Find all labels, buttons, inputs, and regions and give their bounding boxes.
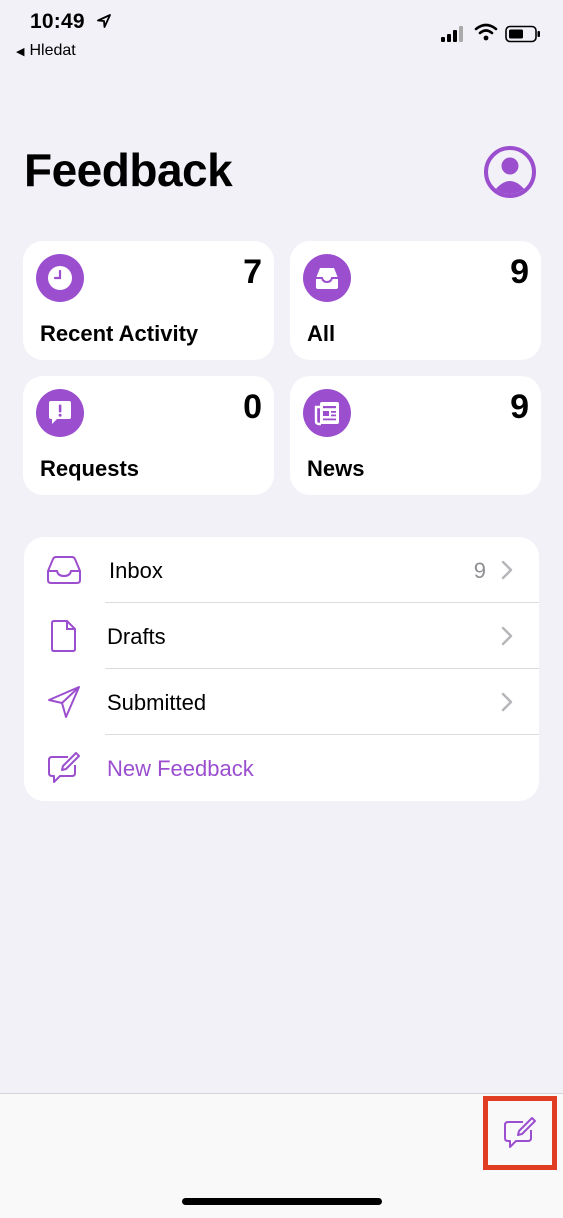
status-time: 10:49: [30, 10, 85, 33]
list-item-inbox[interactable]: Inbox 9: [24, 537, 539, 603]
list-item-submitted[interactable]: Submitted: [24, 669, 539, 735]
feedback-list: Inbox 9 Drafts Submitted New Feedback: [24, 537, 539, 801]
person-icon: [492, 157, 528, 194]
compose-bubble-icon: [48, 752, 80, 783]
tile-label: Requests: [40, 456, 140, 481]
tile-label: All: [307, 321, 336, 346]
list-item-new-feedback[interactable]: New Feedback: [24, 735, 539, 801]
profile-avatar-button[interactable]: [484, 146, 536, 198]
list-item-label: New Feedback: [107, 756, 254, 781]
chevron-right-icon: [501, 560, 513, 580]
tile-requests[interactable]: 0 Requests: [23, 376, 274, 495]
list-item-drafts[interactable]: Drafts: [24, 603, 539, 669]
list-item-label: Drafts: [107, 624, 166, 649]
tile-label: Recent Activity: [40, 321, 199, 346]
tile-count: 0: [243, 388, 262, 426]
page-title: Feedback: [24, 144, 233, 196]
back-to-app-link[interactable]: ◀ Hledat: [16, 42, 76, 60]
list-item-count: 9: [473, 558, 486, 583]
tile-count: 9: [510, 253, 529, 291]
back-triangle-icon: ◀: [16, 45, 25, 58]
compose-bubble-icon: [504, 1117, 536, 1148]
chevron-right-icon: [501, 626, 513, 646]
exclamation-bubble-icon: [36, 389, 84, 437]
list-item-label: Submitted: [107, 690, 207, 715]
wifi-icon: [474, 23, 498, 41]
tile-label: News: [307, 456, 365, 481]
document-icon: [51, 620, 76, 652]
location-arrow-icon: [97, 14, 111, 28]
status-bar: 10:49 ◀ Hledat: [0, 0, 563, 70]
newspaper-icon: [303, 389, 351, 437]
compose-feedback-button[interactable]: [483, 1096, 557, 1170]
tile-count: 9: [510, 388, 529, 426]
cellular-signal-icon: [441, 26, 463, 42]
tile-news[interactable]: 9 News: [290, 376, 541, 495]
chevron-right-icon: [501, 692, 513, 712]
clock-icon: [36, 254, 84, 302]
home-indicator[interactable]: [182, 1198, 382, 1205]
list-item-label: Inbox: [109, 558, 163, 583]
battery-icon: [505, 25, 540, 43]
tray-icon: [47, 556, 81, 584]
tile-recent-activity[interactable]: 7 Recent Activity: [23, 241, 274, 360]
tile-all[interactable]: 9 All: [290, 241, 541, 360]
tile-count: 7: [243, 253, 262, 291]
paper-plane-icon: [48, 686, 80, 718]
tray-icon: [303, 254, 351, 302]
back-app-label: Hledat: [29, 42, 76, 59]
